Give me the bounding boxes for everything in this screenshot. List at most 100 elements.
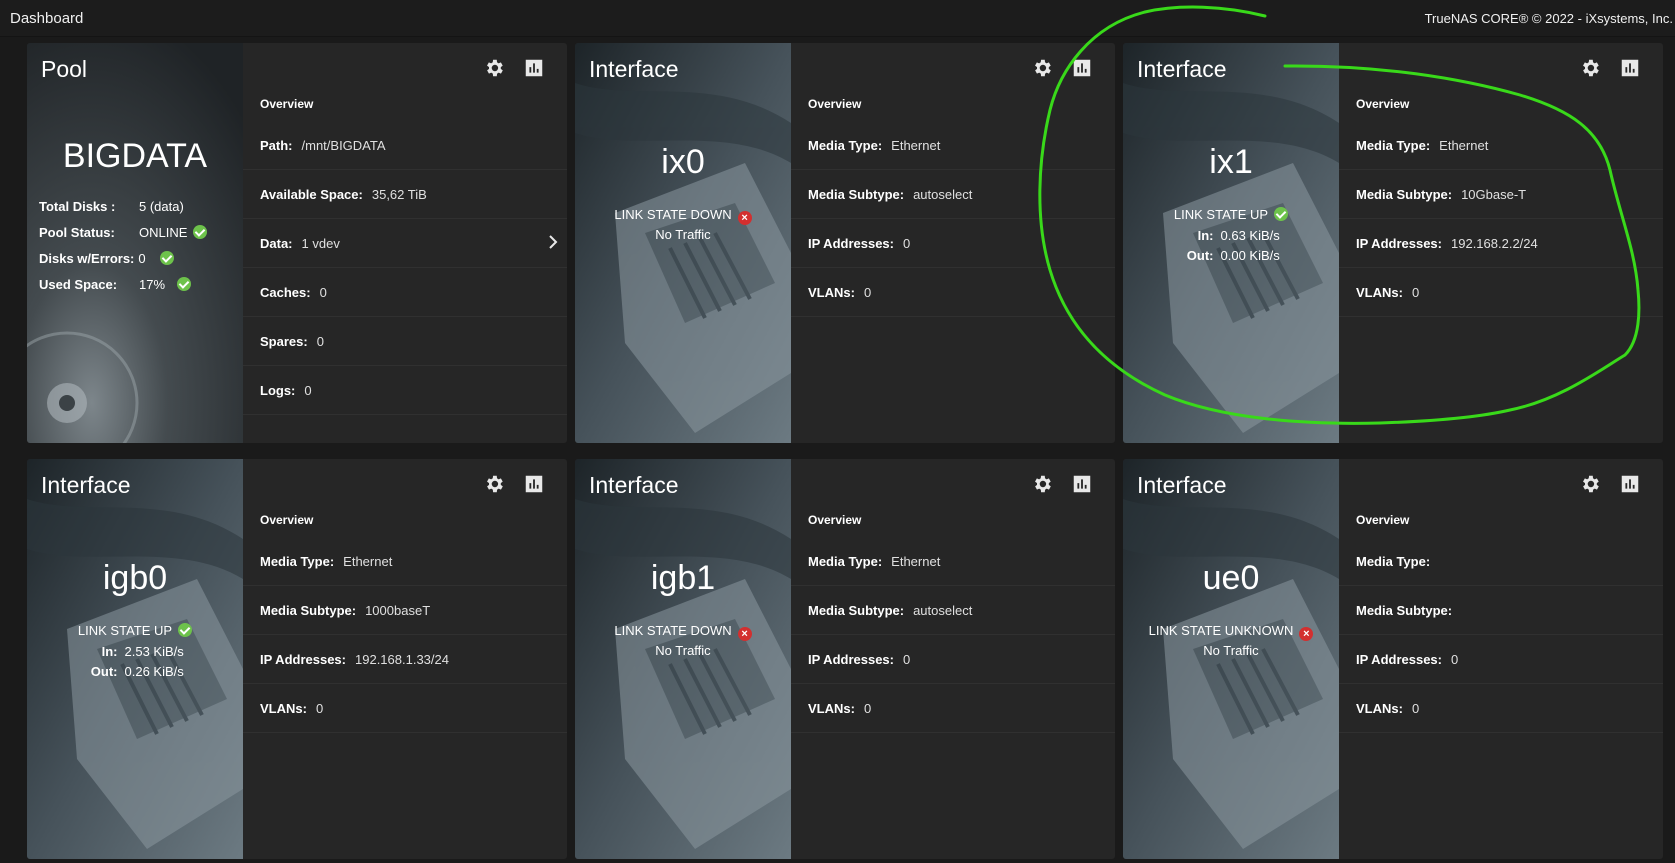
interface-card: Interface igb1 LINK STATE DOWN × No Traffic O… (575, 459, 1115, 859)
detail-label: Media Subtype: (1356, 602, 1453, 618)
traffic-label: Out: (1186, 248, 1214, 263)
detail-value: Ethernet (343, 553, 393, 569)
overview-heading: Overview (1356, 513, 1410, 527)
gear-icon[interactable] (483, 473, 505, 495)
detail-label: Data: (260, 235, 293, 251)
link-state: LINK STATE DOWN × (575, 623, 791, 641)
chevron-right-icon[interactable] (547, 234, 559, 250)
interface-name: ix0 (661, 143, 705, 181)
detail-value: 0 (903, 651, 911, 667)
link-state-text: LINK STATE UP (1173, 207, 1269, 222)
gear-icon[interactable] (1031, 473, 1053, 495)
interface-card-right: Overview Media Type: Ethernet Media Subtype… (243, 459, 567, 859)
detail-logs: Logs: 0 (243, 366, 567, 415)
detail-label: Media Type: (1356, 553, 1431, 569)
detail-label: Media Type: (1356, 137, 1431, 153)
bar-chart-icon[interactable] (1619, 57, 1641, 79)
traffic-out: Out: 0.26 KiB/s (27, 664, 243, 684)
detail-row: IP Addresses: 192.168.1.33/24 (243, 635, 567, 684)
link-state: LINK STATE UP (27, 623, 243, 638)
traffic-value: 0.26 KiB/s (124, 664, 184, 679)
link-state-text: LINK STATE UNKNOWN (1148, 623, 1294, 638)
detail-value: 0 (863, 284, 872, 300)
detail-label: IP Addresses: (808, 235, 894, 251)
detail-row: IP Addresses: 0 (791, 635, 1115, 684)
gear-icon[interactable] (1031, 57, 1053, 79)
copyright-text: TrueNAS CORE® © 2022 - iXsystems, Inc. (1424, 11, 1673, 26)
link-state: LINK STATE UNKNOWN × (1123, 623, 1339, 641)
bar-chart-icon[interactable] (523, 473, 545, 495)
card-tools (1579, 473, 1641, 495)
detail-label: Caches: (260, 284, 311, 300)
detail-row: VLANs: 0 (1339, 684, 1663, 733)
detail-row: VLANs: 0 (243, 684, 567, 733)
detail-value: /mnt/BIGDATA (301, 137, 386, 153)
bar-chart-icon[interactable] (1619, 473, 1641, 495)
detail-row: Media Subtype: (1339, 586, 1663, 635)
detail-value: 35,62 TiB (371, 186, 427, 202)
interface-card-left: Interface ue0 LINK STATE UNKNOWN × No Traffi… (1123, 459, 1339, 859)
detail-row: VLANs: 0 (791, 684, 1115, 733)
check-circle-icon (159, 251, 174, 265)
traffic-in: In: 0.63 KiB/s (1123, 228, 1339, 248)
pool-stat-disk-errors: Disks w/Errors: 0 (39, 245, 207, 271)
overview-heading: Overview (260, 513, 314, 527)
detail-value: 0 (1411, 700, 1420, 716)
interface-card-right: Overview Media Type: Ethernet Media Subtype… (791, 43, 1115, 443)
error-circle-icon: × (737, 627, 752, 641)
detail-value: 0 (315, 700, 324, 716)
detail-label: VLANs: (1356, 700, 1403, 716)
detail-row: Media Type: Ethernet (243, 537, 567, 586)
error-circle-icon: × (1299, 627, 1314, 641)
detail-row: IP Addresses: 192.168.2.2/24 (1339, 219, 1663, 268)
interface-card: Interface igb0 LINK STATE UP In: 2.53 KiB/s O… (27, 459, 567, 859)
stat-value: ONLINE (139, 224, 188, 240)
link-state-text: LINK STATE UP (77, 623, 173, 638)
detail-label: Media Type: (260, 553, 335, 569)
detail-label: Media Subtype: (808, 186, 905, 202)
detail-value: Ethernet (891, 137, 941, 153)
detail-row: VLANs: 0 (1339, 268, 1663, 317)
detail-label: Path: (260, 137, 293, 153)
bar-chart-icon[interactable] (1071, 473, 1093, 495)
pool-stat-used-space: Used Space: 17% (39, 271, 207, 297)
overview-heading: Overview (260, 97, 314, 111)
detail-data[interactable]: Data: 1 vdev (243, 219, 567, 268)
detail-label: VLANs: (260, 700, 307, 716)
gear-icon[interactable] (1579, 57, 1601, 79)
detail-label: Media Type: (808, 137, 883, 153)
detail-row: VLANs: 0 (791, 268, 1115, 317)
interface-card-left: Interface igb0 LINK STATE UP In: 2.53 KiB/s O… (27, 459, 243, 859)
interface-card-right: Overview Media Type: Ethernet Media Subtype… (791, 459, 1115, 859)
bar-chart-icon[interactable] (523, 57, 545, 79)
detail-available-space: Available Space: 35,62 TiB (243, 170, 567, 219)
check-circle-icon (178, 623, 193, 637)
traffic-label: In: (101, 644, 118, 659)
detail-label: VLANs: (808, 284, 855, 300)
card-title: Pool (41, 56, 88, 82)
detail-value: 0 (1451, 651, 1459, 667)
detail-list: Media Type: Media Subtype: IP Addresses: 0 V… (1339, 537, 1663, 733)
interface-name: igb1 (650, 559, 716, 597)
card-title: Interface (1137, 56, 1227, 82)
detail-row: Media Subtype: 1000baseT (243, 586, 567, 635)
interface-card: Interface ue0 LINK STATE UNKNOWN × No Traffi… (1123, 459, 1663, 859)
dashboard-grid: Pool BIGDATA Total Disks : 5 (data) Pool… (0, 37, 1675, 863)
pool-stat-total-disks: Total Disks : 5 (data) (39, 193, 207, 219)
gear-icon[interactable] (483, 57, 505, 79)
gear-icon[interactable] (1579, 473, 1601, 495)
card-title: Interface (589, 56, 679, 82)
traffic-text: No Traffic (1203, 643, 1259, 658)
detail-row: Media Type: Ethernet (1339, 121, 1663, 170)
overview-heading: Overview (1356, 97, 1410, 111)
detail-row: Media Type: Ethernet (791, 121, 1115, 170)
bar-chart-icon[interactable] (1071, 57, 1093, 79)
traffic-in: In: 2.53 KiB/s (27, 644, 243, 664)
network-cable-background-image (575, 459, 791, 859)
traffic-rates: In: 0.63 KiB/s Out: 0.00 KiB/s (1123, 228, 1339, 268)
pool-card-left: Pool BIGDATA Total Disks : 5 (data) Pool… (27, 43, 243, 443)
link-state-text: LINK STATE DOWN (614, 207, 732, 222)
check-circle-icon (1274, 207, 1289, 221)
detail-value: autoselect (913, 602, 973, 618)
detail-value: 0 (863, 700, 872, 716)
